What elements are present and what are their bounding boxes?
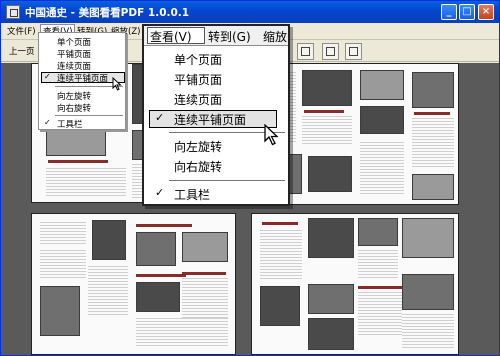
rotate-icon[interactable] <box>297 43 314 60</box>
menu-item-continuous-tile[interactable]: 连续平铺页面 <box>174 111 246 128</box>
check-icon: ✓ <box>155 186 165 199</box>
zoomed-menu-zoom[interactable]: 缩放 <box>263 28 287 45</box>
minimize-button[interactable]: _ <box>441 4 457 20</box>
mouse-cursor-icon <box>112 77 122 91</box>
page-thumbnail[interactable] <box>31 213 236 355</box>
menu-item-rotate-left[interactable]: 向左旋转 <box>174 138 222 155</box>
check-icon: ✓ <box>155 111 165 124</box>
menu-item-rotate-right[interactable]: 向右旋转 <box>57 102 91 114</box>
menu-item-single-page[interactable]: 单个页面 <box>57 36 91 48</box>
page-thumbnail[interactable] <box>251 213 459 355</box>
menu-file[interactable]: 文件(F) <box>7 25 36 37</box>
app-window: 中国通史 - 美图看看PDF 1.0.0.1 _ □ × 文件(F) 查看(V)… <box>0 0 500 356</box>
zoomed-menu-bar: 查看(V) 转到(G) 缩放 <box>144 26 288 46</box>
maximize-button[interactable]: □ <box>459 4 475 20</box>
app-icon <box>6 5 20 19</box>
menu-item-rotate-left[interactable]: 向左旋转 <box>57 90 91 102</box>
menu-item-tile-page[interactable]: 平铺页面 <box>174 71 222 88</box>
close-button[interactable]: × <box>478 4 494 20</box>
print-icon[interactable] <box>322 43 339 60</box>
menu-item-continuous-page[interactable]: 连续页面 <box>174 91 222 108</box>
prev-page-button[interactable]: 上一页 <box>9 45 35 57</box>
view-menu-dropdown: 单个页面 平铺页面 连续页面 ✓ 连续平铺页面 向左旋转 向右旋转 ✓ 工具栏 <box>38 32 126 130</box>
menu-item-continuous-tile[interactable]: 连续平铺页面 <box>57 72 108 84</box>
menu-item-single-page[interactable]: 单个页面 <box>174 51 222 68</box>
title-bar: 中国通史 - 美图看看PDF 1.0.0.1 _ □ × <box>1 1 499 23</box>
menu-item-continuous-page[interactable]: 连续页面 <box>57 60 91 72</box>
menu-separator <box>169 180 285 181</box>
zoomed-menu-view[interactable]: 查看(V) <box>150 28 192 45</box>
mouse-cursor-icon <box>264 124 279 146</box>
zoomed-menu-goto[interactable]: 转到(G) <box>208 28 251 45</box>
window-title: 中国通史 - 美图看看PDF 1.0.0.1 <box>25 7 190 19</box>
menu-item-toolbar[interactable]: 工具栏 <box>174 186 210 203</box>
check-icon: ✓ <box>44 72 51 81</box>
menu-item-toolbar[interactable]: 工具栏 <box>57 118 83 130</box>
check-icon: ✓ <box>44 118 51 127</box>
menu-item-tile-page[interactable]: 平铺页面 <box>57 48 91 60</box>
menu-item-rotate-right[interactable]: 向右旋转 <box>174 158 222 175</box>
menu-separator <box>55 115 123 116</box>
view-menu-zoomed-inset: 查看(V) 转到(G) 缩放 单个页面 平铺页面 连续页面 ✓ 连续平铺页面 向… <box>142 24 290 206</box>
fit-page-icon[interactable] <box>345 43 362 60</box>
